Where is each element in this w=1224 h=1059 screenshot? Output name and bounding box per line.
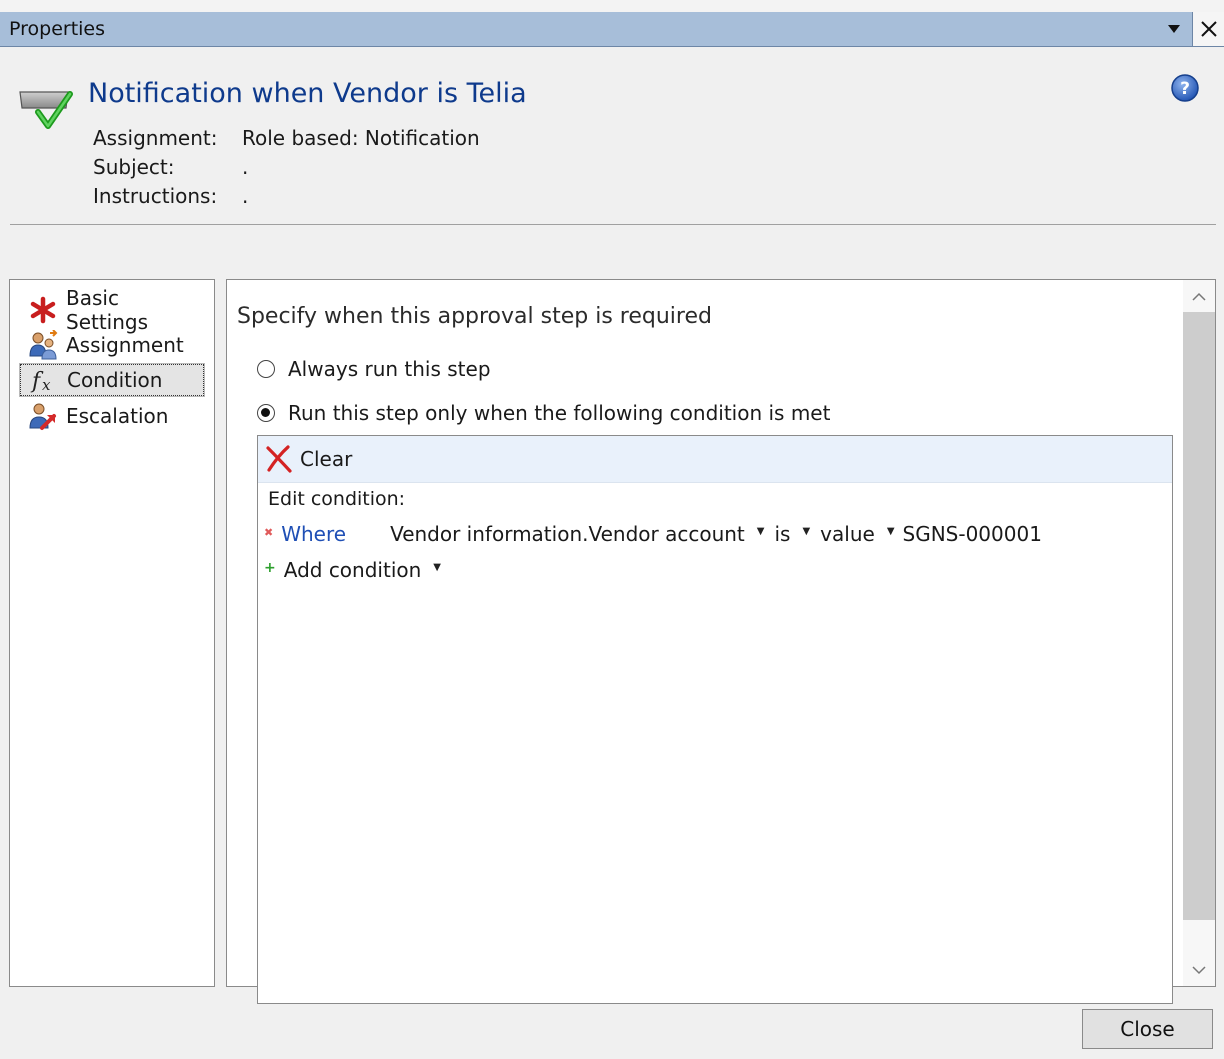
required-asterisk-icon — [28, 295, 58, 325]
always-run-label: Always run this step — [288, 357, 491, 381]
svg-text:?: ? — [1180, 79, 1190, 99]
approval-step-icon — [18, 86, 74, 136]
condition-toolbar: Clear — [258, 436, 1172, 483]
subject-value: . — [242, 155, 249, 179]
scrollbar-thumb[interactable] — [1183, 312, 1215, 920]
window-title: Properties — [9, 18, 106, 40]
chevron-down-icon[interactable]: ▼ — [433, 562, 441, 573]
remove-condition-icon[interactable]: ✖ — [264, 526, 273, 539]
nav-item-condition[interactable]: f x Condition — [19, 363, 205, 397]
where-link[interactable]: Where — [281, 522, 346, 546]
always-run-option[interactable]: Always run this step — [257, 357, 491, 381]
add-condition-row[interactable]: + Add condition ▼ — [264, 558, 451, 582]
condition-panel: Specify when this approval step is requi… — [226, 279, 1216, 1004]
function-fx-icon: f x — [29, 365, 59, 395]
nav-item-label: Escalation — [66, 404, 169, 428]
value-type-selector[interactable]: value — [820, 522, 875, 546]
instructions-value: . — [242, 184, 249, 208]
nav-item-label: Condition — [67, 368, 163, 392]
conditional-run-label: Run this step only when the following co… — [288, 401, 831, 425]
nav-item-label: Basic Settings — [66, 286, 149, 334]
step-title: Notification when Vendor is Telia — [88, 78, 527, 109]
edit-condition-label: Edit condition: — [268, 488, 406, 510]
chevron-down-icon[interactable]: ▼ — [887, 526, 895, 537]
vertical-scrollbar[interactable] — [1183, 280, 1215, 986]
close-icon — [1201, 21, 1217, 37]
clear-label: Clear — [300, 447, 353, 471]
field-selector[interactable]: Vendor information.Vendor account — [390, 522, 745, 546]
title-bar: Properties — [0, 12, 1224, 47]
nav-item-basic-settings[interactable]: Basic Settings — [20, 286, 204, 334]
help-icon[interactable]: ? — [1170, 73, 1200, 103]
clear-x-icon — [266, 445, 292, 473]
chevron-up-icon — [1192, 292, 1206, 301]
scroll-down-button[interactable] — [1183, 954, 1215, 986]
settings-nav: Basic Settings Assignment f x Condition — [9, 279, 215, 987]
conditional-run-radio[interactable] — [257, 404, 275, 422]
condition-row: ✖ Where Vendor information.Vendor accoun… — [264, 522, 1042, 546]
plus-icon: + — [264, 560, 276, 576]
nav-item-escalation[interactable]: Escalation — [20, 400, 204, 432]
nav-item-label: Assignment — [66, 333, 184, 357]
header-divider — [10, 224, 1216, 225]
condition-editor: Clear Edit condition: ✖ Where Vendor inf… — [257, 435, 1173, 1004]
caret-down-icon — [1168, 25, 1180, 33]
chevron-down-icon — [1192, 965, 1206, 974]
escalation-user-icon — [28, 401, 58, 431]
condition-value[interactable]: SGNS-000001 — [903, 522, 1042, 546]
users-assignment-icon — [28, 329, 58, 360]
clear-button[interactable]: Clear — [264, 444, 352, 474]
instructions-label: Instructions: — [93, 184, 218, 208]
chevron-down-icon[interactable]: ▼ — [757, 526, 765, 537]
assignment-label: Assignment: — [93, 126, 218, 150]
conditional-run-option[interactable]: Run this step only when the following co… — [257, 401, 830, 425]
add-condition-label: Add condition — [283, 558, 422, 582]
window-menu-button[interactable] — [1158, 12, 1190, 46]
panel-heading: Specify when this approval step is requi… — [237, 304, 712, 329]
close-button[interactable]: Close — [1082, 1009, 1213, 1049]
operator-selector[interactable]: is — [774, 522, 790, 546]
nav-item-assignment[interactable]: Assignment — [20, 329, 204, 361]
chevron-down-icon[interactable]: ▼ — [802, 526, 810, 537]
always-run-radio[interactable] — [257, 360, 275, 378]
window-close-button[interactable] — [1192, 12, 1224, 46]
subject-label: Subject: — [93, 155, 175, 179]
assignment-value: Role based: Notification — [242, 126, 480, 150]
scroll-up-button[interactable] — [1183, 280, 1215, 312]
svg-text:x: x — [42, 376, 51, 394]
